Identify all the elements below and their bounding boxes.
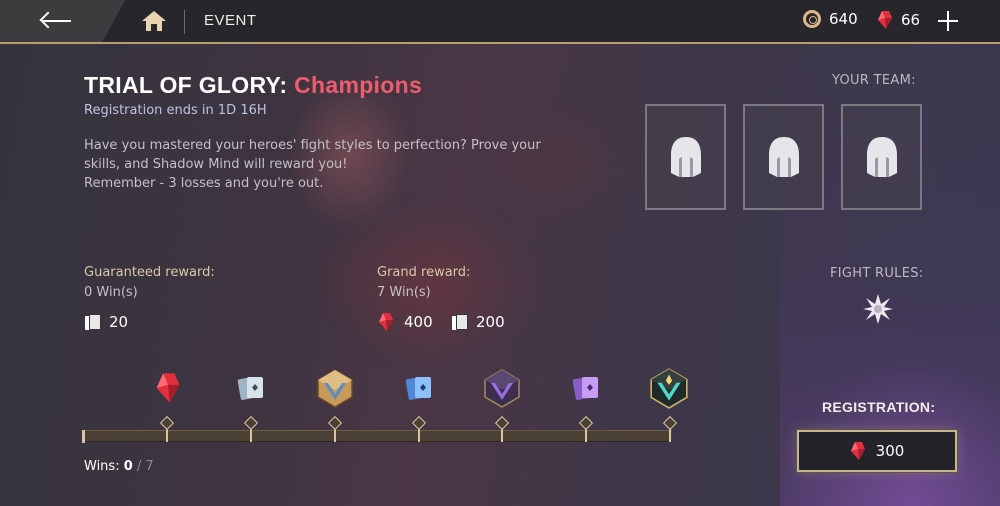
event-title: TRIAL OF GLORY: Champions <box>84 72 422 99</box>
back-button[interactable] <box>0 0 125 42</box>
description-line: Remember - 3 losses and you're out. <box>84 176 324 191</box>
milestone-tick <box>669 420 671 442</box>
card-icon <box>452 313 468 331</box>
your-team-label: YOUR TEAM: <box>832 73 916 88</box>
milestone-legendary-chest[interactable] <box>647 366 691 410</box>
fight-rules-button[interactable] <box>862 293 894 325</box>
bronze-chest-icon <box>317 369 353 408</box>
milestone-purple-card-pack[interactable] <box>564 366 608 410</box>
gem-icon <box>156 373 180 403</box>
milestone-tick <box>250 420 252 442</box>
coin-icon <box>803 10 821 28</box>
helmet-icon <box>768 137 799 177</box>
team-slot-1[interactable] <box>645 104 726 210</box>
gem-icon <box>850 442 865 460</box>
coin-amount: 640 <box>829 10 858 28</box>
team-slot-3[interactable] <box>841 104 922 210</box>
milestone-blue-card-pack[interactable] <box>397 366 441 410</box>
milestone-tick <box>166 420 168 442</box>
card-icon <box>85 313 101 331</box>
topbar-divider <box>184 10 185 34</box>
description-line: Have you mastered your heroes' fight sty… <box>84 138 541 172</box>
grand-reward-wins: 7 Win(s) <box>377 285 431 300</box>
track-start-marker <box>82 430 85 443</box>
grand-gems-amount: 400 <box>404 313 433 331</box>
milestone-tick <box>585 420 587 442</box>
guaranteed-reward-cards: 20 <box>85 313 128 331</box>
wins-total: / 7 <box>136 459 154 474</box>
grand-reward-gems: 400 <box>378 312 433 332</box>
event-description: Have you mastered your heroes' fight sty… <box>84 136 554 193</box>
add-currency-button[interactable] <box>937 10 959 32</box>
milestone-bronze-chest[interactable] <box>313 366 357 410</box>
star-burst-icon <box>863 294 893 324</box>
wins-counter: Wins: 0 / 7 <box>84 459 154 474</box>
helmet-icon <box>866 137 897 177</box>
registration-deadline: Registration ends in 1D 16H <box>84 103 267 118</box>
purple-chest-icon <box>484 369 520 408</box>
milestone-purple-chest[interactable] <box>480 366 524 410</box>
home-icon <box>142 11 166 31</box>
guaranteed-cards-amount: 20 <box>109 313 129 331</box>
event-title-accent: Champions <box>294 72 423 98</box>
register-button[interactable]: 300 <box>797 430 957 472</box>
wins-label: Wins: <box>84 459 120 474</box>
guaranteed-reward-label: Guaranteed reward: <box>84 265 215 280</box>
legendary-chest-icon <box>650 368 688 409</box>
wins-current: 0 <box>123 459 133 474</box>
milestone-tick <box>418 420 420 442</box>
blue-card-pack-icon <box>405 377 431 400</box>
gem-icon <box>379 313 393 331</box>
back-arrow-icon <box>39 11 72 31</box>
grand-cards-amount: 200 <box>476 313 505 331</box>
event-title-prefix: TRIAL OF GLORY: <box>84 72 288 98</box>
top-bar: EVENT 640 66 <box>0 0 1000 44</box>
home-button[interactable] <box>140 9 168 33</box>
gem-amount: 66 <box>901 11 921 29</box>
milestone-gem[interactable] <box>146 366 190 410</box>
card-pack-icon <box>237 377 263 400</box>
registration-label: REGISTRATION: <box>822 399 936 415</box>
milestone-tick <box>334 420 336 442</box>
milestone-card-pack[interactable] <box>229 366 273 410</box>
fight-rules-label: FIGHT RULES: <box>830 266 924 281</box>
section-title: EVENT <box>204 12 257 29</box>
guaranteed-reward-wins: 0 Win(s) <box>84 285 138 300</box>
gem-balance: 66 <box>877 10 920 30</box>
grand-reward-label: Grand reward: <box>377 265 471 280</box>
milestone-tick <box>501 420 503 442</box>
team-slot-2[interactable] <box>743 104 824 210</box>
coin-balance: 640 <box>803 10 858 28</box>
helmet-icon <box>670 137 701 177</box>
progress-track <box>82 430 672 442</box>
gem-icon <box>878 11 892 29</box>
grand-reward-cards: 200 <box>452 313 505 331</box>
purple-card-pack-icon <box>572 377 598 400</box>
registration-cost: 300 <box>875 442 905 460</box>
